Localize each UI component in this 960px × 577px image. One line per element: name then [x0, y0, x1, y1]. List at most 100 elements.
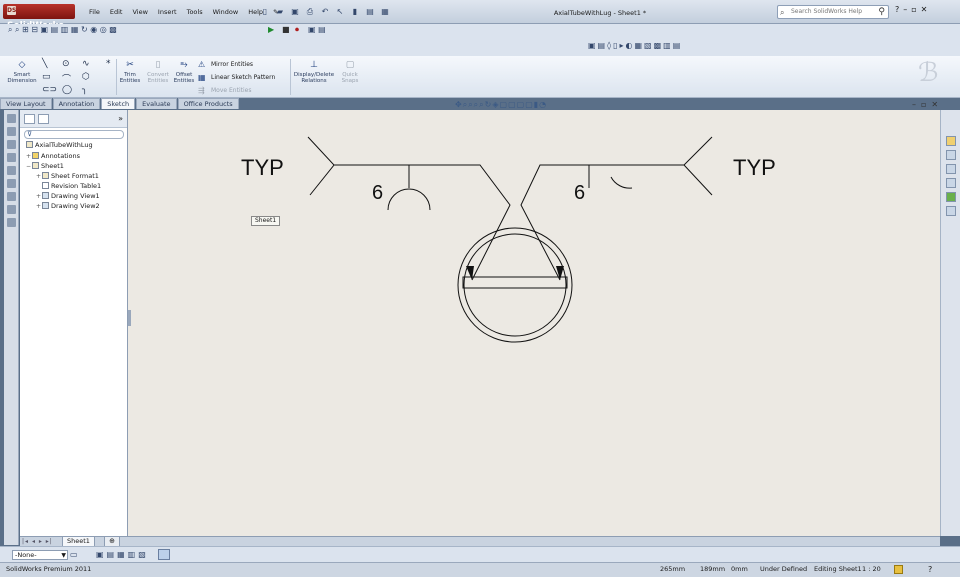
run-macro-icon[interactable]: ▶	[268, 25, 274, 34]
rebuild-status-icon[interactable]	[894, 565, 903, 574]
menu-file[interactable]: File	[84, 6, 105, 18]
record-macro-icon[interactable]: ⏺	[295, 25, 299, 35]
doc-close-icon[interactable]: ✕	[931, 100, 938, 109]
file-properties-icon[interactable]: ▤	[363, 5, 377, 18]
tree-root[interactable]: AxialTubeWithLug	[26, 141, 93, 150]
arc-icon[interactable]: ⌒	[62, 72, 71, 85]
property-manager-icon[interactable]	[6, 127, 16, 136]
feature-tree-tab-icon[interactable]	[24, 114, 35, 124]
trim-entities-button[interactable]: ✂ Trim Entities	[118, 60, 142, 84]
tree-item-annotations[interactable]: + Annotations	[26, 152, 80, 161]
open-icon[interactable]: ▰	[273, 5, 287, 18]
dim-xpert-icon[interactable]	[6, 153, 16, 162]
apply-scene-icon[interactable]: ▢	[525, 100, 533, 110]
minimize-icon[interactable]: –	[903, 5, 907, 14]
display-delete-relations-button[interactable]: ⊥ Display/Delete Relations	[292, 60, 336, 84]
display-style-icon[interactable]: ▢	[500, 100, 508, 110]
weld-size-right[interactable]: 6	[574, 182, 585, 204]
smart-dimension-button[interactable]: ◇ Smart Dimension	[6, 60, 38, 84]
edit-appearance-icon[interactable]: ▢	[517, 100, 525, 110]
app-logo[interactable]: DSSolidWorks	[3, 4, 75, 31]
undo-icon[interactable]: ↶	[318, 5, 332, 18]
layer-properties-icon[interactable]: ▭	[70, 550, 78, 559]
drawing-sheet[interactable]: TYP TYP 6 6	[128, 110, 940, 536]
spline-icon[interactable]: ∿	[82, 59, 90, 69]
tree-item-drawing-view2[interactable]: + Drawing View2	[36, 202, 100, 211]
print-icon[interactable]: ⎙	[303, 5, 317, 18]
tab-annotation[interactable]: Annotation	[52, 98, 101, 109]
mirror-entities-button[interactable]: Mirror Entities	[211, 61, 253, 68]
tab-view-layout[interactable]: View Layout	[0, 98, 52, 109]
tree-item-drawing-view1[interactable]: + Drawing View1	[36, 192, 100, 201]
new-icon[interactable]: ▯	[258, 5, 272, 18]
expand-panel-icon[interactable]: »	[118, 114, 123, 123]
zoom-area-icon[interactable]: ⌕	[468, 100, 472, 110]
zoom-fit-icon[interactable]: ⌕	[463, 100, 467, 110]
view-palette-icon[interactable]	[6, 218, 16, 227]
linear-sketch-pattern-button[interactable]: Linear Sketch Pattern	[211, 74, 275, 81]
options-icon[interactable]: ▦	[378, 5, 392, 18]
section-view-icon[interactable]: ◔	[539, 100, 546, 110]
offset-entities-button[interactable]: ⥱ Offset Entities	[172, 60, 196, 84]
design-library-icon[interactable]	[945, 164, 956, 174]
convert-entities-button[interactable]: ▯ Convert Entities	[144, 60, 172, 84]
help-status-icon[interactable]: ?	[928, 563, 932, 576]
sheet-nav-arrows-icon[interactable]: |◂ ◂ ▸ ▸|	[22, 538, 53, 545]
close-icon[interactable]: ✕	[921, 5, 928, 14]
tree-item-sheet-format[interactable]: + Sheet Format1	[36, 172, 99, 181]
appearance-icon[interactable]	[6, 205, 16, 214]
weld-note-right[interactable]: TYP	[733, 155, 776, 180]
save-icon[interactable]: ▣	[288, 5, 302, 18]
hide-show-icon[interactable]: ▢	[508, 100, 516, 110]
search-icon[interactable]: ⚲	[878, 6, 885, 18]
menu-window[interactable]: Window	[208, 6, 244, 18]
tab-sketch[interactable]: Sketch	[101, 98, 136, 109]
circle-icon[interactable]: ⊙	[62, 59, 70, 69]
display-manager-icon[interactable]	[6, 166, 16, 175]
help-dropdown-icon[interactable]: ?	[895, 5, 899, 14]
show-display-icon[interactable]	[158, 549, 170, 560]
resources-icon[interactable]	[945, 150, 956, 160]
polygon-icon[interactable]: ⬡	[82, 72, 90, 82]
quick-snaps-button[interactable]: ▢ Quick Snaps	[338, 60, 362, 84]
line-format-toolbar-icons[interactable]: ▣▤▦▥▧	[96, 550, 149, 559]
menu-tools[interactable]: Tools	[182, 6, 208, 18]
search-input[interactable]: ⌕ Search SolidWorks Help ⚲	[777, 5, 889, 19]
rebuild-icon[interactable]: ▮	[348, 5, 362, 18]
ellipse-icon[interactable]: ◯	[62, 85, 72, 95]
view-palette-icon[interactable]	[945, 192, 956, 202]
appearances-icon[interactable]	[945, 206, 956, 216]
panel-resize-handle[interactable]	[128, 310, 131, 326]
stop-macro-icon[interactable]: ■	[282, 25, 290, 34]
property-tab-icon[interactable]	[38, 114, 49, 124]
line-icon[interactable]: ╲	[42, 59, 47, 69]
tree-item-revision-table[interactable]: Revision Table1	[36, 182, 101, 191]
macro-edit-icon[interactable]: ▣ ▤	[308, 25, 326, 34]
tab-evaluate[interactable]: Evaluate	[136, 98, 177, 109]
zoom-icons[interactable]: ⌕ ⌕ ⊞ ⊟ ▣ ▤ ▥ ▦ ↻ ◉ ◎ ▩	[8, 25, 117, 35]
move-entities-button[interactable]: Move Entities	[211, 87, 251, 94]
menu-view[interactable]: View	[127, 6, 152, 18]
tab-office-products[interactable]: Office Products	[177, 98, 239, 109]
doc-minimize-icon[interactable]: –	[912, 100, 916, 109]
drawing-canvas[interactable]: TYP TYP 6 6	[128, 110, 940, 536]
file-explorer-icon[interactable]	[945, 178, 956, 188]
line-format-icons[interactable]: ▣▤◊▯▸◐▦▧▩▥▤	[588, 41, 682, 50]
view-orientation-icon[interactable]: ◈	[492, 100, 498, 110]
view-settings-icon[interactable]: ▮	[534, 100, 538, 110]
restore-icon[interactable]: ▫	[911, 5, 916, 14]
menu-edit[interactable]: Edit	[105, 6, 128, 18]
feature-manager-icon[interactable]	[6, 114, 16, 123]
tree-filter-input[interactable]: ⊽	[24, 130, 124, 139]
layer-select[interactable]: -None- ▼	[12, 550, 68, 560]
slot-icon[interactable]: ⊂⊃	[42, 85, 57, 95]
select-icon[interactable]: ↖	[333, 5, 347, 18]
rectangle-icon[interactable]: ▭	[42, 72, 51, 82]
menu-insert[interactable]: Insert	[153, 6, 182, 18]
zoom-in-out-icon[interactable]: ⌕	[474, 100, 478, 110]
point-icon[interactable]: *	[106, 59, 111, 69]
weld-note-left[interactable]: TYP	[241, 155, 284, 180]
rotate-icon[interactable]: ↻	[485, 100, 492, 110]
layers-icon[interactable]	[6, 179, 16, 188]
weld-size-left[interactable]: 6	[372, 182, 383, 204]
